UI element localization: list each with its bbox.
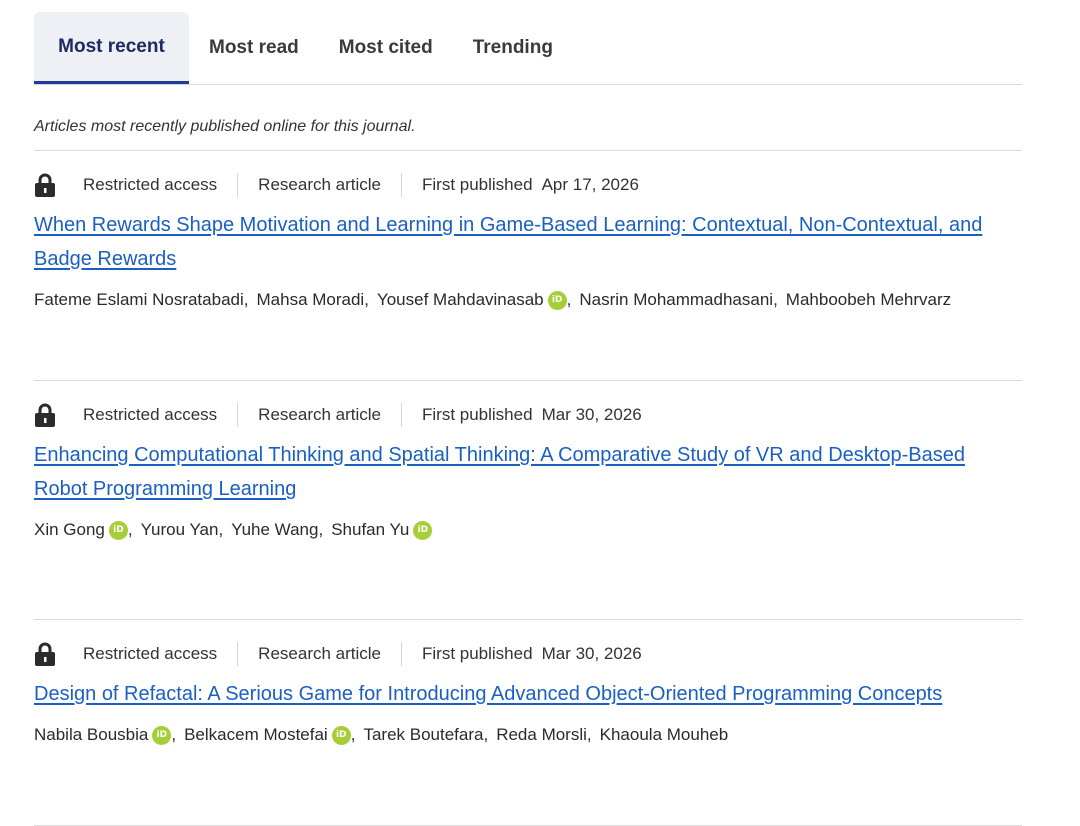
author-list: Nabila Bousbia iD, Belkacem Mostefai iD, T…	[34, 725, 729, 745]
author-link[interactable]: Yuhe Wang	[231, 520, 318, 540]
article-item: Restricted access Research article First…	[34, 620, 1022, 825]
article-item: Restricted access Research article First…	[34, 151, 1022, 380]
article-meta: Restricted access Research article First…	[34, 171, 1022, 199]
article-type: Research article	[258, 175, 381, 194]
orcid-icon[interactable]: iD	[152, 725, 172, 745]
tab-description: Articles most recently published online …	[34, 118, 416, 135]
article-meta: Restricted access Research article First…	[34, 640, 1022, 668]
published-label: First published	[422, 644, 533, 663]
orcid-icon[interactable]: iD	[331, 725, 351, 745]
author-link[interactable]: Nabila Bousbia	[34, 725, 148, 745]
meta-separator	[237, 403, 239, 427]
article-title-link[interactable]: When Rewards Shape Motivation and Learni…	[34, 208, 1014, 276]
published-label: First published	[422, 405, 533, 424]
tab-most-recent[interactable]: Most recent	[34, 12, 189, 84]
access-label: Restricted access	[83, 644, 218, 663]
journal-articles-panel: Most recent Most read Most cited Trendin…	[34, 12, 1022, 826]
published-date: Apr 17, 2026	[541, 175, 639, 194]
author-link[interactable]: Xin Gong	[34, 520, 105, 540]
lock-icon	[35, 173, 55, 197]
author-link[interactable]: Yurou Yan	[141, 520, 219, 540]
article-type: Research article	[258, 405, 381, 424]
article-meta: Restricted access Research article First…	[34, 401, 1022, 429]
author-link[interactable]: Nasrin Mohammadhasani	[579, 290, 773, 310]
access-label: Restricted access	[83, 175, 218, 194]
author-link[interactable]: Fateme Eslami Nosratabadi	[34, 290, 244, 310]
meta-separator	[237, 173, 239, 197]
author-link[interactable]: Belkacem Mostefai	[184, 725, 328, 745]
author-list: Xin Gong iD, Yurou Yan, Yuhe Wang, Shufan…	[34, 516, 1022, 544]
orcid-icon[interactable]: iD	[413, 520, 433, 540]
meta-separator	[401, 642, 402, 666]
article-title-link[interactable]: Design of Refactal: A Serious Game for I…	[34, 677, 1014, 711]
published-label: First published	[422, 175, 533, 194]
orcid-icon[interactable]: iD	[547, 290, 567, 310]
article-item: Restricted access Research article First…	[34, 381, 1022, 619]
article-type: Research article	[258, 644, 381, 663]
author-link[interactable]: Reda Morsli	[496, 725, 587, 745]
author-link[interactable]: Tarek Boutefara	[363, 725, 483, 745]
article-title-link[interactable]: Enhancing Computational Thinking and Spa…	[34, 438, 1014, 506]
tab-most-cited[interactable]: Most cited	[319, 12, 453, 84]
meta-separator	[237, 642, 239, 666]
author-list: Fateme Eslami Nosratabadi, Mahsa Moradi,…	[34, 290, 952, 310]
article-tabs: Most recent Most read Most cited Trendin…	[34, 12, 1022, 85]
lock-icon	[35, 642, 55, 666]
tab-trending[interactable]: Trending	[453, 12, 573, 84]
published-date: Mar 30, 2026	[541, 644, 642, 663]
tab-most-read[interactable]: Most read	[189, 12, 319, 84]
published-date: Mar 30, 2026	[541, 405, 642, 424]
lock-icon	[35, 403, 55, 427]
author-link[interactable]: Shufan Yu	[331, 520, 409, 540]
author-link[interactable]: Khaoula Mouheb	[600, 725, 729, 745]
author-link[interactable]: Yousef Mahdavinasab	[377, 290, 544, 310]
orcid-icon[interactable]: iD	[108, 520, 128, 540]
author-link[interactable]: Mahboobeh Mehrvarz	[786, 290, 951, 310]
author-link[interactable]: Mahsa Moradi	[257, 290, 365, 310]
meta-separator	[401, 173, 402, 197]
meta-separator	[401, 403, 402, 427]
access-label: Restricted access	[83, 405, 218, 424]
